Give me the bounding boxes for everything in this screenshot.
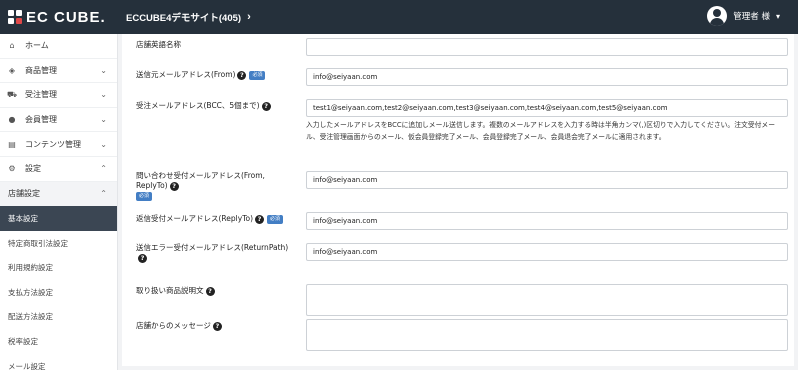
- reply-email-input[interactable]: [306, 212, 788, 230]
- sidebar-item-label: 商品管理: [25, 65, 57, 75]
- error-email-label: 送信エラー受付メールアドレス(ReturnPath)?: [136, 243, 296, 263]
- inquiry-email-label: 問い合わせ受付メールアドレス(From, ReplyTo)? 必須: [136, 171, 296, 201]
- sidebar-item-home[interactable]: ⌂ ホーム: [0, 34, 117, 59]
- help-icon[interactable]: ?: [205, 286, 215, 296]
- field-label: 送信エラー受付メールアドレス(ReturnPath): [136, 243, 289, 252]
- chevron-down-icon: ▾: [775, 11, 780, 21]
- sidebar-leaf-tax[interactable]: 税率設定: [0, 329, 117, 354]
- chevron-down-icon: ⌄: [100, 115, 107, 125]
- chevron-up-icon: ⌃: [100, 164, 107, 174]
- sidebar-leaf-basic[interactable]: 基本設定: [0, 206, 117, 231]
- sidebar-item-label: 設定: [25, 164, 41, 174]
- field-label: 取り扱い商品説明文: [136, 286, 204, 295]
- sidebar-leaf-agreement[interactable]: 利用規約設定: [0, 255, 117, 280]
- sidebar-subgroup-label: 店舗設定: [8, 189, 40, 199]
- site-name-link[interactable]: ECCUBE4デモサイト(405) ›: [126, 10, 251, 24]
- sidebar-subgroup-shop[interactable]: 店舗設定 ⌃: [0, 181, 117, 207]
- inquiry-email-input[interactable]: [306, 171, 788, 189]
- home-icon: ⌂: [9, 41, 15, 51]
- help-icon[interactable]: ?: [255, 214, 265, 224]
- bcc-email-input[interactable]: [306, 99, 788, 117]
- sidebar-item-orders[interactable]: ⛟ 受注管理 ⌄: [0, 83, 117, 108]
- sidebar-item-label: ホーム: [25, 41, 49, 51]
- sidebar-leaf-tradelaw[interactable]: 特定商取引法設定: [0, 231, 117, 256]
- sidebar-item-label: コンテンツ管理: [25, 139, 81, 149]
- shop-english-name-label: 店舗英語名称: [136, 40, 181, 50]
- top-header: EC CUBE. ECCUBE4デモサイト(405) › 管理者 様 ▾: [0, 0, 798, 34]
- chevron-down-icon: ⌄: [100, 90, 107, 100]
- goods-text-textarea[interactable]: [306, 284, 788, 316]
- field-label: 店舗英語名称: [136, 40, 181, 49]
- sidebar-item-settings[interactable]: ⚙ 設定 ⌃: [0, 157, 117, 182]
- error-email-input[interactable]: [306, 243, 788, 261]
- required-badge: 必須: [267, 214, 284, 224]
- user-name: 管理者 様: [733, 12, 770, 22]
- help-icon[interactable]: ?: [237, 70, 247, 80]
- field-label: 送信元メールアドレス(From): [136, 70, 236, 79]
- chevron-up-icon: ⌃: [100, 189, 107, 199]
- sidebar-leaf-delivery[interactable]: 配送方法設定: [0, 305, 117, 330]
- sidebar-item-label: 受注管理: [25, 90, 57, 100]
- cart-icon: ⛟: [6, 89, 18, 99]
- user-avatar-icon: [707, 6, 728, 26]
- goods-text-label: 取り扱い商品説明文?: [136, 286, 215, 296]
- sidebar-item-content[interactable]: ▤ コンテンツ管理 ⌄: [0, 132, 117, 157]
- sender-email-label: 送信元メールアドレス(From)? 必須: [136, 70, 266, 80]
- sidebar-leaf-payment[interactable]: 支払方法設定: [0, 280, 117, 305]
- shop-message-textarea[interactable]: [306, 319, 788, 351]
- chevron-down-icon: ⌄: [100, 139, 107, 149]
- ec-cube-logo[interactable]: EC CUBE.: [0, 0, 118, 34]
- bcc-help-text: 入力したメールアドレスをBCCに追加しメール送信します。複数のメールアドレスを入…: [306, 121, 776, 141]
- users-icon: ●: [8, 115, 16, 125]
- sidebar-item-products[interactable]: ◈ 商品管理 ⌄: [0, 59, 117, 84]
- sidebar: ⌂ ホーム ◈ 商品管理 ⌄ ⛟ 受注管理 ⌄ ● 会員管理 ⌄ ▤ コンテンツ…: [0, 34, 118, 370]
- help-icon[interactable]: ?: [169, 181, 179, 191]
- chevron-right-icon: ›: [247, 11, 251, 23]
- field-label: 返信受付メールアドレス(ReplyTo): [136, 214, 254, 223]
- site-name: ECCUBE4デモサイト(405): [126, 13, 242, 24]
- bcc-email-label: 受注メールアドレス(BCC、5個まで)?: [136, 101, 271, 111]
- chevron-down-icon: ⌄: [100, 65, 107, 75]
- field-label: 問い合わせ受付メールアドレス(From, ReplyTo): [136, 171, 265, 190]
- shop-english-name-input[interactable]: [306, 38, 788, 56]
- file-icon: ▤: [8, 139, 16, 149]
- main-panel: 店舗英語名称 送信元メールアドレス(From)?必須 受注メールアドレス(BCC…: [118, 34, 798, 370]
- help-icon[interactable]: ?: [261, 101, 271, 111]
- logo-text: EC CUBE.: [26, 8, 106, 26]
- sidebar-item-label: 会員管理: [25, 115, 57, 125]
- help-icon[interactable]: ?: [138, 253, 147, 263]
- field-label: 店舗からのメッセージ: [136, 321, 211, 330]
- cube-icon: ◈: [8, 65, 16, 75]
- required-badge: 必須: [249, 70, 266, 80]
- required-badge: 必須: [136, 191, 153, 201]
- sidebar-leaf-mail[interactable]: メール設定: [0, 354, 117, 370]
- logo-mark-icon: [8, 10, 22, 24]
- user-menu[interactable]: 管理者 様 ▾: [707, 6, 780, 26]
- sender-email-input[interactable]: [306, 68, 788, 86]
- sidebar-item-customers[interactable]: ● 会員管理 ⌄: [0, 108, 117, 133]
- help-icon[interactable]: ?: [212, 321, 222, 331]
- settings-form-card: 店舗英語名称 送信元メールアドレス(From)?必須 受注メールアドレス(BCC…: [122, 34, 794, 366]
- reply-email-label: 返信受付メールアドレス(ReplyTo)? 必須: [136, 214, 284, 224]
- field-label: 受注メールアドレス(BCC、5個まで): [136, 101, 260, 110]
- shop-message-label: 店舗からのメッセージ?: [136, 321, 222, 331]
- gear-icon: ⚙: [8, 164, 16, 174]
